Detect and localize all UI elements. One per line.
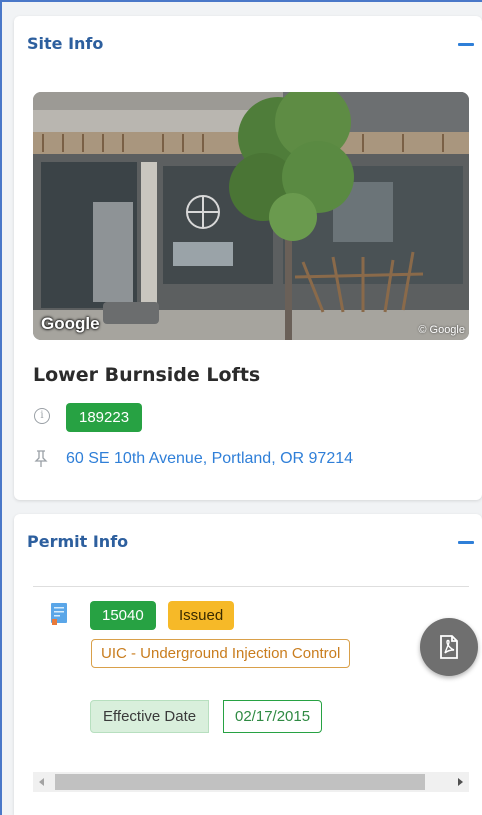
storefront-photo-graphic [33,92,469,340]
site-info-card: Site Info Google © Google Lower Burnside… [14,16,482,500]
permit-type-tag: UIC - Underground Injection Control [91,639,351,668]
permit-number-badge: 15040 [90,601,156,630]
site-id-badge: 189223 [66,403,143,432]
permit-info-collapse-icon[interactable] [458,541,474,544]
site-info-title: Site Info [27,34,104,53]
permit-info-card: Permit Info 15040 Issued UIC - Undergrou… [14,514,482,815]
frame-border-left [0,0,2,815]
google-logo: Google [41,314,100,333]
info-circle-icon[interactable]: i [34,408,50,424]
scroll-left-arrow-icon[interactable] [33,772,51,792]
site-address-link[interactable]: 60 SE 10th Avenue, Portland, OR 97214 [66,450,353,468]
image-copyright: © Google [418,324,465,336]
effective-date-value: 02/17/2015 [223,700,323,733]
pdf-download-button[interactable] [420,618,478,676]
frame-border-top [0,0,482,2]
site-info-collapse-icon[interactable] [458,43,474,46]
site-name: Lower Burnside Lofts [33,364,261,386]
pdf-file-icon [440,635,458,659]
section-divider [33,586,469,587]
scroll-right-arrow-icon[interactable] [451,772,469,792]
horizontal-scrollbar[interactable] [33,772,469,792]
permit-info-title: Permit Info [27,532,129,551]
street-view-image[interactable]: Google © Google [33,92,469,340]
pushpin-icon [34,450,48,467]
scrollbar-thumb[interactable] [55,774,425,790]
permit-status-badge: Issued [168,601,235,630]
document-icon [51,603,67,625]
effective-date-label: Effective Date [90,700,210,733]
